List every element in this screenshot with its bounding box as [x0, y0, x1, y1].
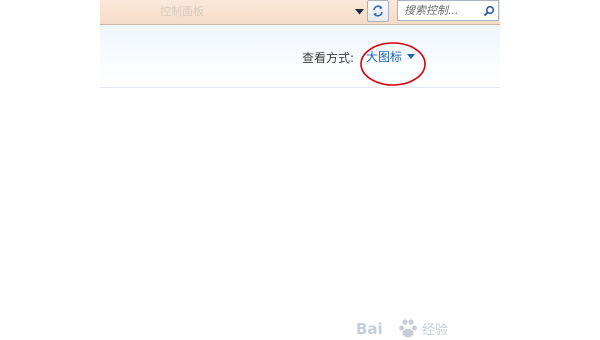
view-mode-dropdown[interactable]: 大图标 [364, 47, 417, 65]
refresh-icon [373, 5, 383, 17]
search-box[interactable] [397, 0, 499, 21]
watermark-logo: Bai 经验 [356, 319, 448, 338]
refresh-button[interactable] [367, 0, 389, 22]
view-options-band: 查看方式: 大图标 [100, 25, 500, 88]
search-input[interactable] [398, 1, 480, 20]
view-by-label: 查看方式: [302, 51, 355, 65]
chevron-down-icon [355, 8, 364, 14]
address-dropdown-button[interactable] [353, 3, 366, 20]
svg-text:经验: 经验 [422, 322, 448, 338]
search-icon[interactable] [480, 1, 498, 20]
dropdown-arrow-icon[interactable] [407, 53, 416, 59]
svg-text:Bai: Bai [356, 320, 383, 338]
screenshot-stage: 控制面板 搜索控制... 查看方式: 大图标 Bai 经验 [0, 0, 600, 340]
view-mode-value[interactable]: 大图标 [366, 48, 402, 65]
control-panel-window: 控制面板 搜索控制... 查看方式: 大图标 [100, 0, 500, 340]
address-bar-strip: 控制面板 [100, 0, 500, 25]
address-bar-faded-text: 控制面板 [160, 5, 204, 18]
